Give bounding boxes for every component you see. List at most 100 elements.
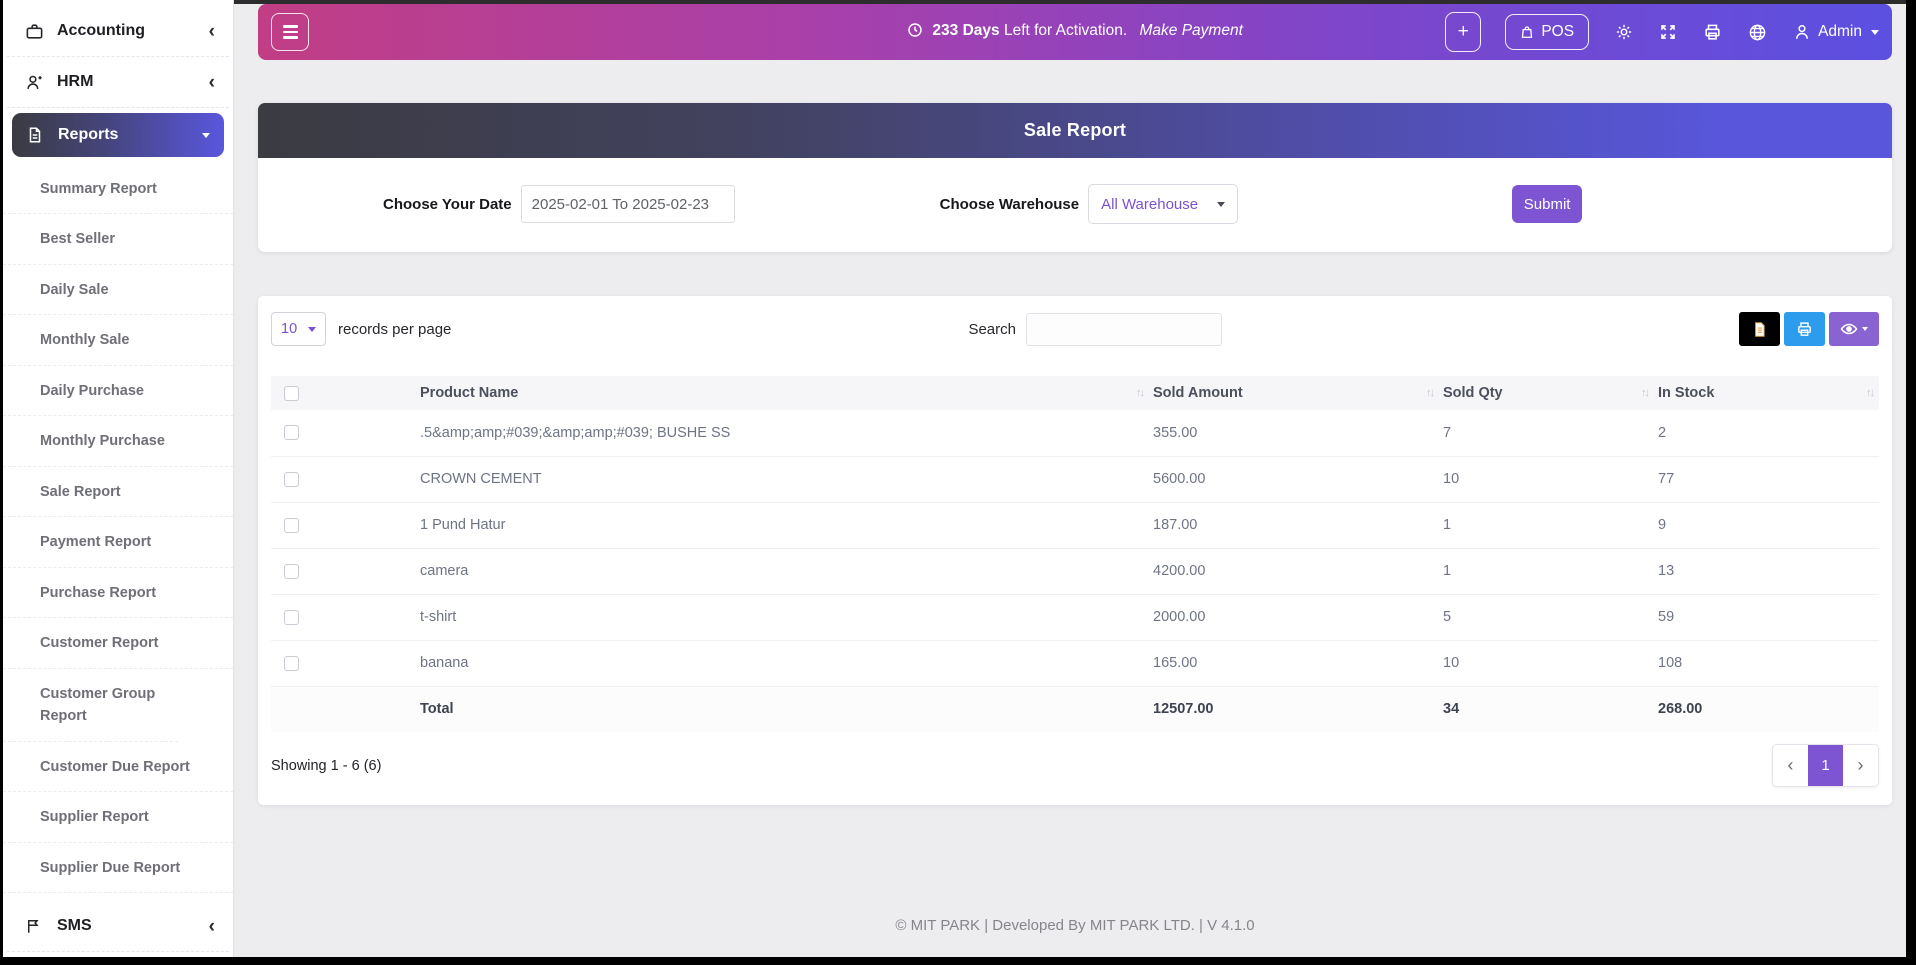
sidebar-item-monthly-sale[interactable]: Monthly Sale — [3, 315, 233, 365]
sidebar-item-label: Reports — [58, 126, 202, 144]
printer-button[interactable] — [1703, 23, 1722, 42]
make-payment-link[interactable]: Make Payment — [1140, 22, 1243, 39]
sort-icon[interactable]: ↑↓ — [1641, 387, 1648, 399]
chevron-left-icon: ‹ — [209, 73, 215, 92]
menu-toggle-button[interactable] — [271, 13, 309, 51]
sidebar-item-daily-sale[interactable]: Daily Sale — [3, 265, 233, 315]
warehouse-value: All Warehouse — [1101, 196, 1198, 213]
sidebar-item-settings[interactable]: Settings ‹ — [3, 952, 233, 957]
page-1-button[interactable]: 1 — [1808, 745, 1843, 786]
sidebar-item-purchase-report[interactable]: Purchase Report — [3, 568, 233, 618]
copyright-text: © MIT PARK | Developed By MIT PARK LTD. … — [895, 917, 1254, 934]
in-stock-cell: 9 — [1654, 502, 1879, 548]
sidebar-item-supplier-due-report[interactable]: Supplier Due Report — [3, 843, 233, 893]
showing-entries-text: Showing 1 - 6 (6) — [271, 758, 381, 774]
column-header[interactable]: In Stock — [1658, 385, 1714, 401]
product-name-cell: CROWN CEMENT — [416, 456, 1149, 502]
sold-amount-cell: 355.00 — [1149, 410, 1439, 456]
sort-icon[interactable]: ↑↓ — [1136, 387, 1143, 399]
table-row: camera 4200.00 1 13 — [271, 548, 1879, 594]
prev-page-button[interactable]: ‹ — [1773, 745, 1808, 786]
footer: © MIT PARK | Developed By MIT PARK LTD. … — [258, 917, 1892, 934]
globe-icon — [1748, 23, 1767, 42]
activation-text: Left for Activation. — [1004, 22, 1127, 39]
product-name-cell: .5&amp;amp;#039;&amp;amp;#039; BUSHE SS — [416, 410, 1149, 456]
sidebar-item-daily-purchase[interactable]: Daily Purchase — [3, 366, 233, 416]
printer-icon — [1796, 321, 1813, 338]
sidebar: Accounting ‹ HRM ‹ Reports Summary Repor… — [3, 0, 234, 957]
row-checkbox[interactable] — [284, 656, 299, 671]
row-checkbox[interactable] — [284, 472, 299, 487]
sidebar-item-label: Accounting — [57, 22, 209, 40]
report-table-card: 10 records per page Search — [258, 296, 1892, 805]
page-size-select[interactable]: 10 — [271, 312, 326, 346]
column-visibility-button[interactable] — [1829, 312, 1879, 346]
sold-qty-cell: 7 — [1439, 410, 1654, 456]
sidebar-item-sale-report[interactable]: Sale Report — [3, 467, 233, 517]
date-label: Choose Your Date — [383, 196, 512, 213]
sidebar-item-best-seller[interactable]: Best Seller — [3, 214, 233, 264]
row-checkbox[interactable] — [284, 425, 299, 440]
theme-toggle-button[interactable] — [1615, 23, 1633, 41]
pagination: ‹ 1 › — [1772, 744, 1879, 787]
sidebar-item-reports[interactable]: Reports — [12, 113, 224, 157]
records-per-page-label: records per page — [338, 321, 451, 338]
table-row: 1 Pund Hatur 187.00 1 9 — [271, 502, 1879, 548]
sidebar-item-summary-report[interactable]: Summary Report — [3, 164, 233, 214]
sale-report-table: Product Name↑↓ Sold Amount↑↓ Sold Qty↑↓ … — [271, 376, 1879, 732]
topbar-actions: + POS — [1445, 12, 1879, 52]
column-header[interactable]: Sold Qty — [1443, 385, 1503, 401]
export-file-button[interactable] — [1739, 312, 1780, 346]
fullscreen-button[interactable] — [1659, 23, 1677, 41]
file-export-icon — [1751, 321, 1768, 338]
sidebar-item-customer-group-report[interactable]: Customer Group Report — [3, 669, 178, 742]
add-button[interactable]: + — [1445, 12, 1481, 52]
pos-button[interactable]: POS — [1505, 14, 1589, 50]
warehouse-select[interactable]: All Warehouse — [1088, 184, 1238, 224]
row-checkbox[interactable] — [284, 518, 299, 533]
total-amount: 12507.00 — [1149, 686, 1439, 732]
sidebar-item-hrm[interactable]: HRM ‹ — [3, 57, 233, 107]
column-header[interactable]: Product Name — [420, 385, 518, 401]
submit-button[interactable]: Submit — [1512, 185, 1582, 223]
sidebar-item-customer-report[interactable]: Customer Report — [3, 618, 233, 668]
filter-row: Choose Your Date 2025-02-01 To 2025-02-2… — [258, 158, 1892, 252]
next-page-button[interactable]: › — [1843, 745, 1878, 786]
sidebar-item-monthly-purchase[interactable]: Monthly Purchase — [3, 416, 233, 466]
sold-amount-cell: 187.00 — [1149, 502, 1439, 548]
sun-icon — [1615, 23, 1633, 41]
column-header[interactable]: Sold Amount — [1153, 385, 1243, 401]
search-input[interactable] — [1026, 313, 1222, 346]
table-controls: 10 records per page Search — [271, 312, 1879, 346]
in-stock-cell: 2 — [1654, 410, 1879, 456]
printer-icon — [1703, 23, 1722, 42]
divider — [7, 107, 229, 108]
search-label: Search — [968, 321, 1016, 338]
table-footer: Showing 1 - 6 (6) ‹ 1 › — [271, 744, 1879, 789]
top-strip — [3, 0, 1906, 4]
clock-icon — [907, 25, 927, 42]
sort-icon[interactable]: ↑↓ — [1426, 387, 1433, 399]
sold-amount-cell: 165.00 — [1149, 640, 1439, 686]
sidebar-item-supplier-report[interactable]: Supplier Report — [3, 792, 233, 842]
activation-days: 233 Days — [932, 22, 999, 39]
reports-submenu: Summary Report Best Seller Daily Sale Mo… — [3, 162, 233, 893]
in-stock-cell: 77 — [1654, 456, 1879, 502]
row-checkbox[interactable] — [284, 610, 299, 625]
sidebar-item-sms[interactable]: SMS ‹ — [3, 901, 233, 951]
sort-icon[interactable]: ↑↓ — [1866, 387, 1873, 399]
language-button[interactable] — [1748, 23, 1767, 42]
print-button[interactable] — [1784, 312, 1825, 346]
sold-qty-cell: 10 — [1439, 640, 1654, 686]
sidebar-item-label: HRM — [57, 73, 209, 91]
admin-menu[interactable]: Admin — [1793, 23, 1879, 41]
table-header-row: Product Name↑↓ Sold Amount↑↓ Sold Qty↑↓ … — [271, 376, 1879, 410]
select-all-checkbox[interactable] — [284, 386, 299, 401]
search-group: Search — [968, 313, 1222, 346]
expand-icon — [1659, 23, 1677, 41]
sidebar-item-payment-report[interactable]: Payment Report — [3, 517, 233, 567]
date-range-input[interactable]: 2025-02-01 To 2025-02-23 — [521, 185, 735, 223]
sidebar-item-accounting[interactable]: Accounting ‹ — [3, 6, 233, 56]
row-checkbox[interactable] — [284, 564, 299, 579]
sidebar-item-customer-due-report[interactable]: Customer Due Report — [3, 742, 233, 792]
